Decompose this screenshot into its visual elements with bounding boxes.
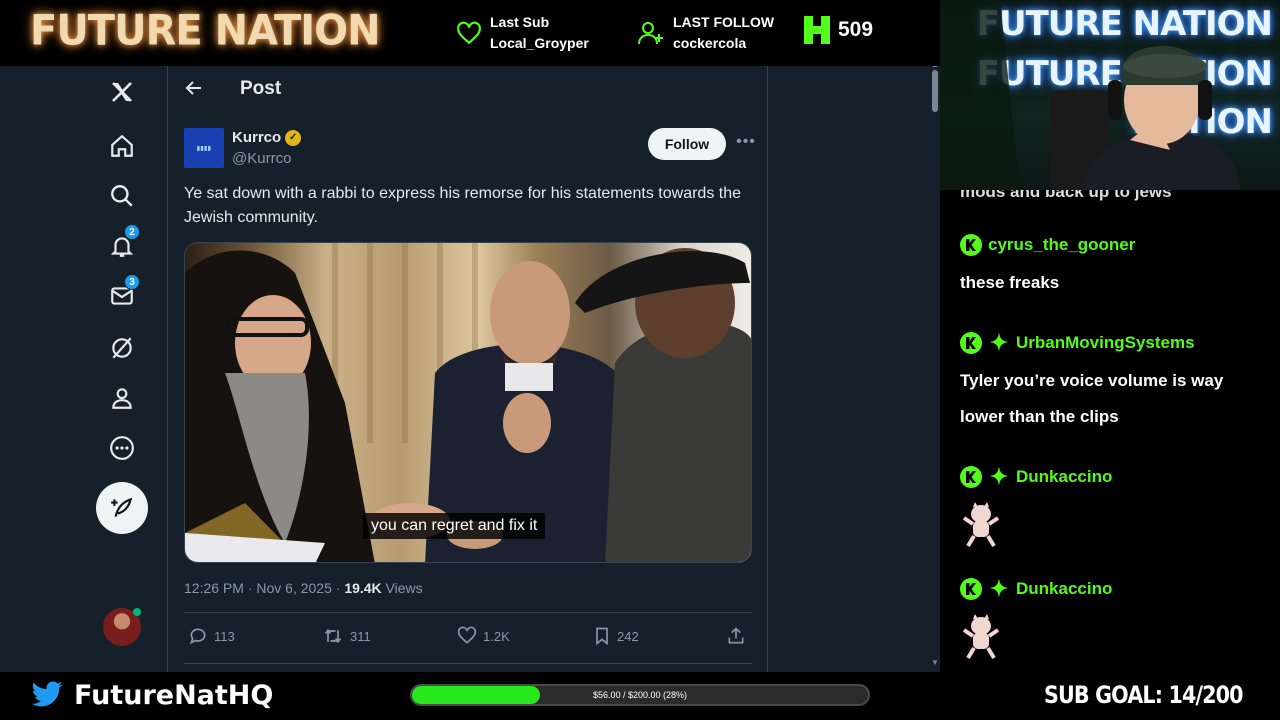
post-header: Post: [168, 66, 768, 114]
like-heart-icon: [457, 626, 477, 644]
avatar-mark: ▮▮▮▮: [196, 145, 212, 152]
last-follow-widget: LAST FOLLOW cockercola: [637, 12, 774, 54]
webcam-feed: FUTURE NATION FUTURE NATION NATION: [940, 0, 1280, 190]
chat-username-text: Dunkaccino: [1016, 579, 1113, 598]
reply-count: 113: [214, 628, 235, 644]
x-app-window: 2 3 Post ▮▮▮▮ Kurrco ✓ @Kurrco Follow ••…: [0, 66, 940, 672]
repost-button[interactable]: 311: [322, 626, 371, 646]
sub-goal-counter: SUB GOAL: 14/200: [1044, 681, 1243, 709]
twitter-bird-icon: [31, 681, 63, 707]
repost-count: 311: [350, 628, 371, 644]
reply-icon: [189, 628, 206, 645]
bookmark-icon: [596, 627, 608, 646]
feather-plus-icon: [111, 497, 133, 517]
scrollbar[interactable]: [930, 66, 940, 672]
author-name: Kurrco: [232, 129, 282, 146]
post-actions: 113 311 1.2K 242: [184, 626, 752, 652]
last-sub-widget: Last Sub Local_Groyper: [456, 12, 589, 54]
last-sub-label: Last Sub: [490, 14, 550, 30]
donation-goal-text: $56.00 / $200.00 (28%): [592, 690, 688, 700]
like-count: 1.2K: [483, 628, 510, 644]
post-text: Ye sat down with a rabbi to express his …: [184, 185, 742, 226]
dancing-cat-emote-icon: [962, 502, 1000, 548]
verified-badge-icon: ✓: [285, 129, 302, 146]
follow-button[interactable]: Follow: [648, 128, 726, 160]
stream-chat: mods and back up to jews cyrus_the_goone…: [940, 190, 1280, 672]
like-button[interactable]: 1.2K: [457, 626, 510, 646]
video-caption: you can regret and fix it: [363, 513, 546, 539]
kick-logo-icon: [804, 16, 830, 44]
post-column: Post ▮▮▮▮ Kurrco ✓ @Kurrco Follow ••• Ye…: [167, 66, 768, 672]
sparkle-badge-icon: ✦: [989, 464, 1009, 489]
reply-button[interactable]: 113: [188, 626, 235, 646]
chat-username-text: UrbanMovingSystems: [1016, 333, 1195, 352]
post-metadata: 12:26 PM · Nov 6, 2025 · 19.4K Views: [184, 580, 423, 596]
chat-username[interactable]: ✦ Dunkaccino: [960, 466, 1112, 488]
more-circle-icon[interactable]: [106, 432, 138, 464]
scrollbar-thumb[interactable]: [932, 70, 938, 112]
stream-top-bar: FUTURE NATION Last Sub Local_Groyper LAS…: [0, 0, 940, 66]
heart-icon: [457, 21, 481, 45]
last-follow-name: cockercola: [673, 35, 747, 51]
dancing-cat-emote-icon: [962, 614, 1000, 660]
post-author: ▮▮▮▮ Kurrco ✓ @Kurrco Follow •••: [184, 126, 755, 170]
messages-icon[interactable]: 3: [106, 274, 140, 312]
sparkle-badge-icon: ✦: [989, 330, 1009, 355]
chat-message: these freaks: [960, 273, 1060, 292]
repost-icon: [324, 628, 342, 644]
divider: [184, 663, 752, 664]
kick-count-value: 509: [838, 18, 874, 41]
x-logo-icon[interactable]: [106, 76, 138, 108]
chat-partial-message: mods and back up to jews: [960, 190, 1172, 201]
account-avatar[interactable]: [103, 608, 141, 646]
page-title: Post: [240, 78, 282, 99]
author-handle[interactable]: @Kurrco: [232, 150, 291, 167]
scroll-up-arrow-icon[interactable]: ▲: [931, 66, 939, 69]
search-icon[interactable]: [106, 180, 138, 212]
chat-username-text: Dunkaccino: [1016, 467, 1113, 486]
chat-username[interactable]: cyrus_the_gooner: [960, 234, 1135, 256]
stream-bottom-bar: FutureNatHQ $56.00 / $200.00 (28%) SUB G…: [0, 672, 1280, 720]
share-icon: [728, 627, 744, 644]
x-sidebar: 2 3: [0, 66, 167, 672]
more-options-icon[interactable]: •••: [734, 132, 758, 156]
views-label: Views: [381, 580, 423, 596]
chat-username[interactable]: ✦ Dunkaccino: [960, 578, 1112, 600]
donation-goal-bar: $56.00 / $200.00 (28%): [410, 684, 870, 706]
scroll-down-arrow-icon[interactable]: ▼: [931, 658, 939, 667]
last-sub-name: Local_Groyper: [490, 35, 589, 51]
bookmark-button[interactable]: 242: [593, 626, 639, 646]
add-user-icon: [638, 22, 663, 45]
compose-post-button[interactable]: [96, 482, 148, 534]
last-follow-label: LAST FOLLOW: [673, 14, 775, 30]
author-avatar[interactable]: ▮▮▮▮: [184, 128, 224, 168]
twitter-handle: FutureNatHQ: [74, 680, 274, 711]
profile-icon[interactable]: [106, 382, 138, 414]
notifications-icon[interactable]: 2: [106, 224, 140, 262]
kick-viewer-count: 509: [804, 16, 873, 44]
messages-badge: 3: [124, 274, 140, 290]
streamer-silhouette: [940, 0, 1240, 190]
chat-message: Tyler you’re voice volume is way lower t…: [960, 371, 1224, 426]
post-video[interactable]: you can regret and fix it: [184, 242, 752, 563]
kick-badge-icon: [960, 578, 982, 600]
divider: [184, 612, 752, 613]
author-name-row[interactable]: Kurrco ✓: [232, 129, 302, 146]
sparkle-badge-icon: ✦: [989, 576, 1009, 601]
bookmark-count: 242: [617, 628, 639, 644]
kick-badge-icon: [960, 234, 982, 256]
view-count: 19.4K: [344, 580, 382, 596]
future-nation-logo: FUTURE NATION: [30, 6, 381, 56]
kick-badge-icon: [960, 332, 982, 354]
notifications-badge: 2: [124, 224, 140, 240]
home-icon[interactable]: [106, 130, 138, 162]
share-button[interactable]: [726, 626, 746, 646]
chat-username-text: cyrus_the_gooner: [988, 235, 1136, 254]
online-dot: [133, 608, 141, 616]
chat-username[interactable]: ✦ UrbanMovingSystems: [960, 332, 1195, 354]
grok-icon[interactable]: [106, 332, 138, 364]
post-timestamp[interactable]: 12:26 PM · Nov 6, 2025 ·: [184, 580, 344, 596]
kick-badge-icon: [960, 466, 982, 488]
back-arrow-icon[interactable]: [184, 78, 204, 103]
